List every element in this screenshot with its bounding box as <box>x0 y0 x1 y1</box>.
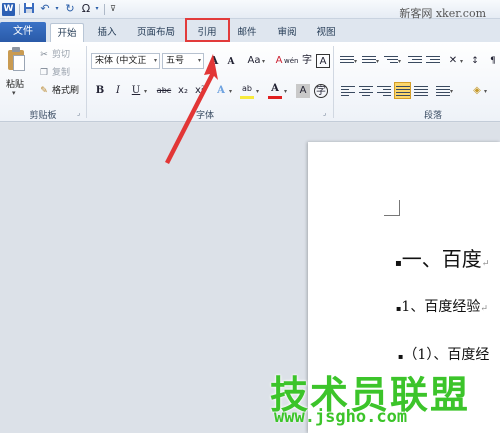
group-separator <box>333 46 334 118</box>
customize-qat-icon[interactable]: ⊽ <box>106 2 120 16</box>
copy-button[interactable]: ❐ 复制 <box>38 66 70 80</box>
strikethrough-button[interactable]: abc <box>156 84 172 98</box>
word-app-icon[interactable]: W <box>2 3 15 16</box>
align-right-icon[interactable] <box>377 84 391 98</box>
group-separator <box>86 46 87 118</box>
chinese-layout-icon[interactable]: ✕ <box>446 54 460 68</box>
underline-button[interactable]: U <box>129 84 143 98</box>
tab-view[interactable]: 视图 <box>309 23 343 42</box>
font-name-combo[interactable]: 宋体 (中文正 ▾ <box>91 53 160 69</box>
heading-level-2[interactable]: ▪1、百度经验↵ <box>396 296 488 316</box>
bullets-icon[interactable] <box>340 54 354 68</box>
brush-icon: ✎ <box>40 86 48 96</box>
enclose-characters-button[interactable]: 字 <box>300 54 314 68</box>
font-launcher-icon[interactable]: ⌟ <box>323 109 326 117</box>
page-margin-corner-mark <box>384 200 400 216</box>
underline-dropdown-icon[interactable]: ▾ <box>144 88 147 95</box>
paste-button[interactable] <box>6 47 28 73</box>
paste-dropdown-icon[interactable]: ▾ <box>12 89 16 97</box>
heading-level-1[interactable]: ▪一、百度↵ <box>395 243 489 272</box>
ribbon-home: 粘贴 ▾ ✂ 剪切 ❐ 复制 ✎ 格式刷 剪贴板 ⌟ 宋体 (中文正 ▾ 五号 ▾ A A… <box>0 42 500 122</box>
sort-icon[interactable]: ↕ <box>468 54 482 68</box>
bold-button[interactable]: B <box>93 84 107 98</box>
chevron-down-icon[interactable]: ▾ <box>484 88 487 95</box>
chevron-down-icon: ▾ <box>197 57 201 64</box>
justify-icon <box>396 84 410 98</box>
highlight-button[interactable]: ab <box>240 82 254 96</box>
chevron-down-icon[interactable]: ▾ <box>354 58 357 65</box>
undo-dropdown-icon[interactable]: ▾ <box>50 2 64 16</box>
line-spacing-icon[interactable] <box>436 84 450 98</box>
tab-page-layout[interactable]: 页面布局 <box>128 23 184 42</box>
chevron-down-icon[interactable]: ▾ <box>460 58 463 65</box>
cut-button[interactable]: ✂ 剪切 <box>38 48 70 62</box>
grow-font-button[interactable]: A <box>207 54 221 68</box>
font-size-combo[interactable]: 五号 ▾ <box>162 53 204 69</box>
clipboard-clip-icon <box>12 47 20 52</box>
align-center-icon[interactable] <box>359 84 373 98</box>
decrease-indent-icon[interactable] <box>408 54 422 68</box>
repeat-icon[interactable]: ↻ <box>63 2 77 16</box>
clipboard-group-label: 剪贴板 <box>29 111 57 121</box>
phonetic-guide-button[interactable]: wén <box>284 54 298 68</box>
chevron-down-icon[interactable]: ▾ <box>256 88 259 95</box>
italic-button[interactable]: I <box>111 84 125 98</box>
qat-separator <box>19 4 20 15</box>
paper-icon <box>13 55 25 71</box>
text-effects-button[interactable]: A <box>214 84 228 98</box>
format-painter-button[interactable]: ✎ 格式刷 <box>38 84 79 98</box>
heading-level-3[interactable]: ▪（1）、百度经 <box>398 344 489 364</box>
subscript-button[interactable]: x₂ <box>176 84 190 98</box>
numbering-icon[interactable] <box>362 54 376 68</box>
tab-home[interactable]: 开始 <box>50 23 84 42</box>
tab-insert[interactable]: 插入 <box>90 23 124 42</box>
highlight-color-bar <box>240 96 254 99</box>
align-left-icon[interactable] <box>341 84 355 98</box>
chevron-down-icon: ▾ <box>153 57 157 64</box>
change-case-button[interactable]: Aa <box>246 54 262 68</box>
tab-review[interactable]: 审阅 <box>270 23 304 42</box>
watermark-url: www.jsgho.com <box>274 407 408 427</box>
save-icon[interactable] <box>22 2 36 16</box>
distributed-icon[interactable] <box>414 84 428 98</box>
character-border-button[interactable]: A <box>316 54 330 68</box>
qat-separator <box>104 4 105 15</box>
character-shading-button[interactable]: A <box>296 84 310 98</box>
references-tab-highlight-box <box>185 18 230 42</box>
shrink-font-button[interactable]: A <box>224 55 238 69</box>
shading-icon[interactable]: ◈ <box>470 84 484 98</box>
chevron-down-icon[interactable]: ▾ <box>450 88 453 95</box>
chevron-down-icon[interactable]: ▾ <box>398 58 401 65</box>
chevron-down-icon[interactable]: ▾ <box>376 58 379 65</box>
chevron-down-icon[interactable]: ▾ <box>229 88 232 95</box>
font-color-bar <box>268 96 282 99</box>
copy-icon: ❐ <box>39 68 49 78</box>
ribbon-tab-row: 文件 开始 插入 页面布局 引用 邮件 审阅 视图 <box>0 19 500 42</box>
show-marks-icon[interactable]: ¶ <box>486 54 500 68</box>
multilevel-list-icon[interactable] <box>384 54 398 68</box>
enclose-char-button[interactable]: 字 <box>314 84 328 98</box>
paragraph-group-label: 段落 <box>423 111 442 121</box>
title-bar: W ↶ ▾ ↻ Ω ▾ ⊽ 新客网 xker.com <box>0 0 500 20</box>
tab-file[interactable]: 文件 <box>0 22 46 42</box>
font-color-button[interactable]: A <box>268 82 282 96</box>
scissors-icon: ✂ <box>40 50 48 60</box>
tab-mailings[interactable]: 邮件 <box>230 23 264 42</box>
increase-indent-icon[interactable] <box>426 54 440 68</box>
omega-dropdown-icon[interactable]: ▾ <box>90 2 104 16</box>
font-group-label: 字体 <box>195 111 214 121</box>
superscript-button[interactable]: x² <box>193 84 207 98</box>
chevron-down-icon[interactable]: ▾ <box>262 58 265 65</box>
clipboard-launcher-icon[interactable]: ⌟ <box>77 109 80 117</box>
chevron-down-icon[interactable]: ▾ <box>284 88 287 95</box>
